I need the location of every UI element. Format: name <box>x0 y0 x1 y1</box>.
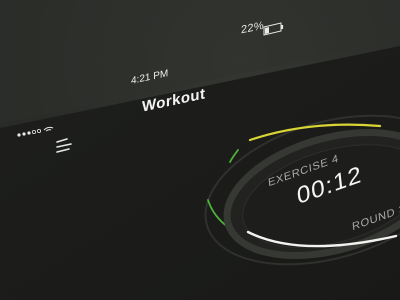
device-screen: 22% 4:21 PM Workout EXERCISE 4 00:12 ROU… <box>0 0 400 300</box>
scene-background: 22% 4:21 PM Workout EXERCISE 4 00:12 ROU… <box>0 0 400 300</box>
screen-graphics <box>0 0 400 300</box>
